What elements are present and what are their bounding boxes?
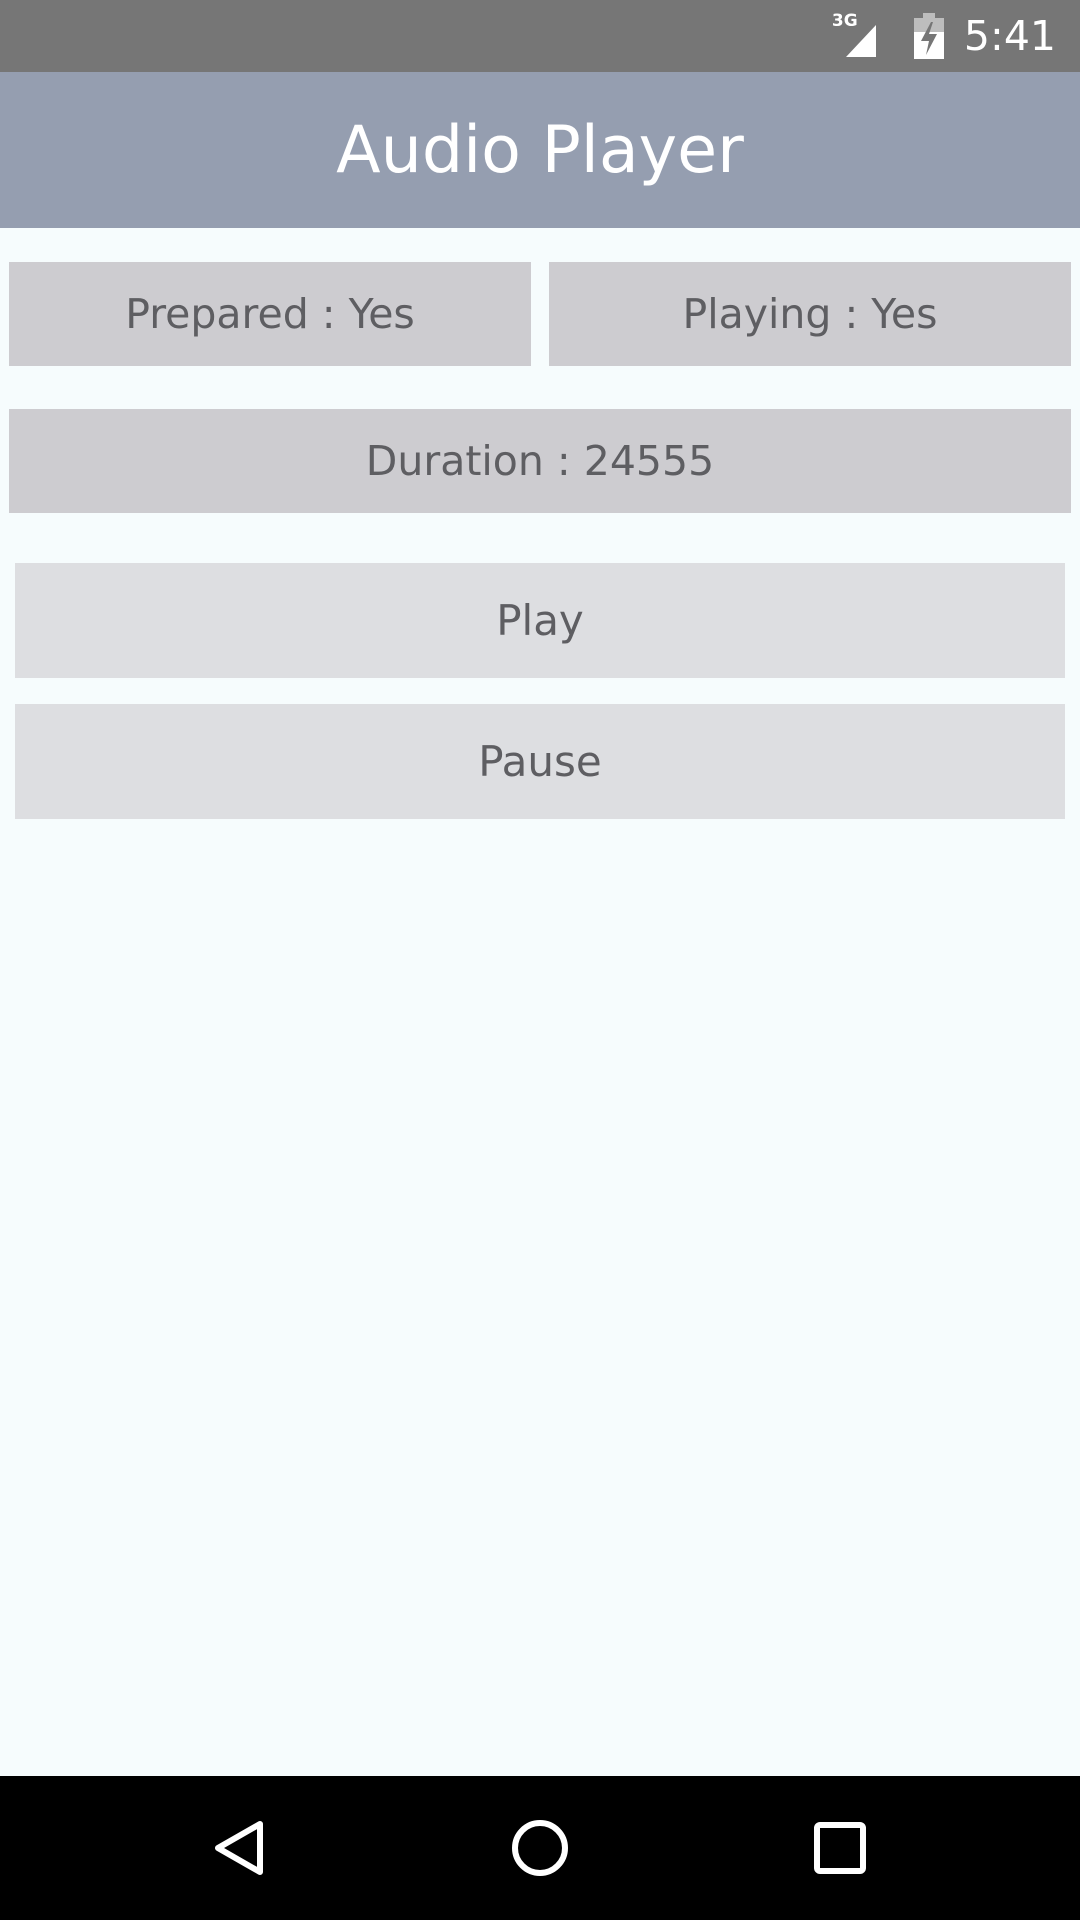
recents-icon[interactable] [790, 1798, 890, 1898]
status-bar: 3G 5:41 [0, 0, 1080, 72]
playing-status: Playing : Yes [549, 262, 1071, 366]
status-time: 5:41 [963, 12, 1056, 60]
app-bar: Audio Player [0, 72, 1080, 228]
pause-button[interactable]: Pause [15, 704, 1065, 819]
navigation-bar [0, 1776, 1080, 1920]
app-title: Audio Player [336, 112, 744, 188]
battery-charging-icon [913, 13, 944, 59]
duration-status: Duration : 24555 [9, 409, 1071, 513]
play-button[interactable]: Play [15, 563, 1065, 678]
home-icon[interactable] [490, 1798, 590, 1898]
signal-icon: 3G [831, 11, 888, 59]
network-type-label: 3G [831, 11, 858, 31]
status-icons: 3G 5:41 [832, 0, 1056, 72]
prepared-status: Prepared : Yes [9, 262, 531, 366]
back-icon[interactable] [190, 1798, 290, 1898]
